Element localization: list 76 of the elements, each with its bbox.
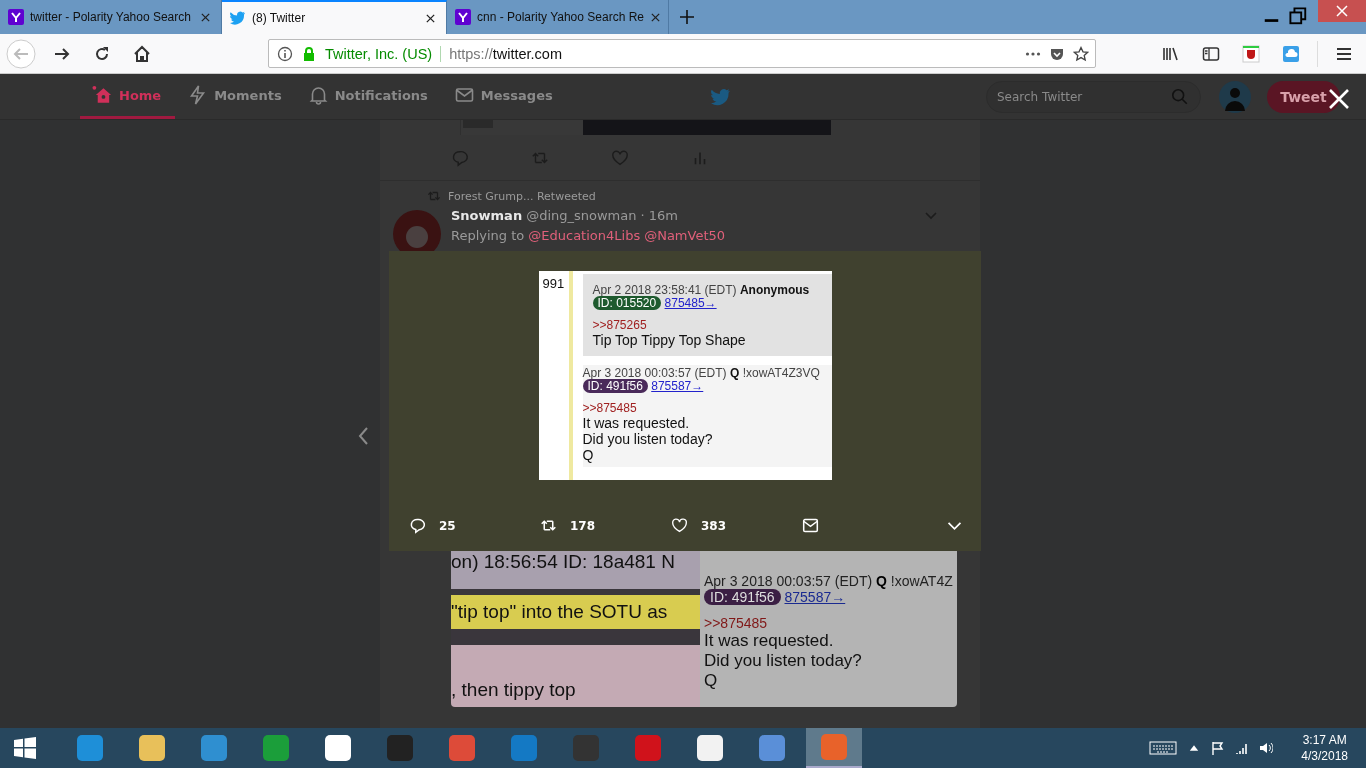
letter-y-icon bbox=[8, 9, 24, 25]
quote-link: >>875485 bbox=[704, 615, 769, 631]
shield-icon[interactable] bbox=[1241, 43, 1261, 64]
post-text: Q bbox=[704, 671, 719, 691]
tweet-button[interactable]: Tweet bbox=[1267, 80, 1340, 113]
home-icon[interactable] bbox=[132, 43, 152, 64]
envelope-icon bbox=[453, 85, 475, 105]
post-meta: Apr 3 2018 00:03:57 (EDT) bbox=[704, 573, 873, 589]
mention-link[interactable]: @Education4Libs bbox=[528, 228, 641, 243]
post-author: Q bbox=[876, 573, 887, 589]
nav-tab[interactable]: Moments bbox=[175, 74, 296, 119]
quote-link[interactable]: >>875265 bbox=[592, 319, 828, 332]
action-count: 383 bbox=[701, 518, 727, 533]
post-author: Q bbox=[729, 366, 740, 380]
close-tab-icon[interactable] bbox=[425, 12, 436, 24]
post-text: Tip Top Tippy Top Shape bbox=[592, 332, 747, 348]
retweet-icon bbox=[427, 189, 441, 203]
replying-label: Replying to bbox=[451, 228, 525, 243]
bird-icon bbox=[230, 10, 246, 26]
speaker-icon[interactable] bbox=[1259, 741, 1274, 755]
bell-icon bbox=[307, 85, 329, 105]
post-text: Did you listen today? bbox=[582, 431, 714, 447]
post-text: It was requested. bbox=[704, 631, 835, 651]
post-number: 991 bbox=[541, 275, 566, 293]
tab-title: twitter - Polarity Yahoo Search bbox=[30, 10, 192, 24]
quote-link[interactable]: >>875485 bbox=[582, 402, 832, 415]
site-identity[interactable]: Twitter, Inc. (US) bbox=[325, 45, 442, 62]
post-meta: Apr 3 2018 00:03:57 (EDT) bbox=[582, 366, 727, 380]
info-icon[interactable] bbox=[277, 45, 293, 62]
author-handle[interactable]: @ding_snowman bbox=[526, 207, 637, 223]
envelope-icon[interactable] bbox=[802, 517, 819, 534]
heart-icon[interactable] bbox=[671, 517, 688, 534]
tab-title: cnn - Polarity Yahoo Search Re bbox=[477, 10, 644, 24]
nav-tab[interactable]: Notifications bbox=[295, 74, 442, 119]
star-icon[interactable] bbox=[1073, 45, 1089, 62]
post-link[interactable]: 875587→ bbox=[651, 379, 704, 393]
tab-title: (8) Twitter bbox=[252, 11, 307, 25]
flag-icon[interactable] bbox=[1211, 741, 1226, 755]
post-text: Q bbox=[582, 447, 595, 463]
retweet-note[interactable]: Forest Grump... Retweeted bbox=[448, 189, 596, 203]
home-icon bbox=[92, 85, 113, 105]
retweet-icon[interactable] bbox=[540, 517, 557, 534]
close-window-button[interactable] bbox=[1318, 0, 1366, 22]
tweet-time[interactable]: · 16m bbox=[640, 207, 678, 223]
author-name[interactable]: Snowman bbox=[451, 207, 523, 223]
close-icon[interactable] bbox=[1327, 87, 1351, 111]
post-text: It was requested. bbox=[582, 415, 691, 431]
post-link[interactable]: 875485→ bbox=[664, 296, 717, 310]
reply-icon[interactable] bbox=[409, 517, 426, 534]
url-text[interactable]: https://twitter.com bbox=[449, 45, 562, 62]
clock[interactable]: 3:17 AM 4/3/2018 bbox=[1301, 732, 1348, 764]
post-text: Did you listen today? bbox=[704, 651, 863, 671]
search-field[interactable]: Search Twitter bbox=[986, 80, 1201, 113]
id-badge: ID: 491f56 bbox=[704, 589, 781, 605]
lock-icon[interactable] bbox=[301, 45, 317, 62]
action-count: 178 bbox=[570, 518, 596, 533]
signal-icon[interactable] bbox=[1235, 741, 1250, 755]
post-meta: Apr 2 2018 23:58:41 (EDT) bbox=[592, 283, 737, 297]
id-badge: ID: 491f56 bbox=[582, 379, 648, 393]
letter-y-icon bbox=[455, 9, 471, 25]
image-text: "tip top" into the SOTU as bbox=[451, 595, 700, 629]
start-button[interactable] bbox=[13, 736, 37, 760]
mention-link[interactable]: @NamVet50 bbox=[644, 228, 726, 243]
post-link: 875587→ bbox=[784, 589, 846, 605]
tripcode: !xowAT4Z bbox=[890, 573, 953, 589]
new-tab-icon[interactable] bbox=[679, 9, 695, 25]
post-author: Anonymous bbox=[739, 283, 810, 297]
address-bar[interactable]: Twitter, Inc. (US) https://twitter.com bbox=[268, 39, 1096, 68]
weather-icon[interactable] bbox=[1281, 43, 1301, 64]
browser-tab[interactable]: (8) Twitter bbox=[222, 0, 447, 34]
tripcode: !xowAT4Z3VQ bbox=[742, 366, 820, 380]
keyboard-icon[interactable] bbox=[1149, 740, 1178, 756]
id-badge: ID: 015520 bbox=[592, 296, 662, 310]
image-text: , then tippy top bbox=[451, 645, 700, 707]
action-count: 25 bbox=[439, 518, 456, 533]
nav-tab[interactable]: Messages bbox=[441, 74, 567, 119]
